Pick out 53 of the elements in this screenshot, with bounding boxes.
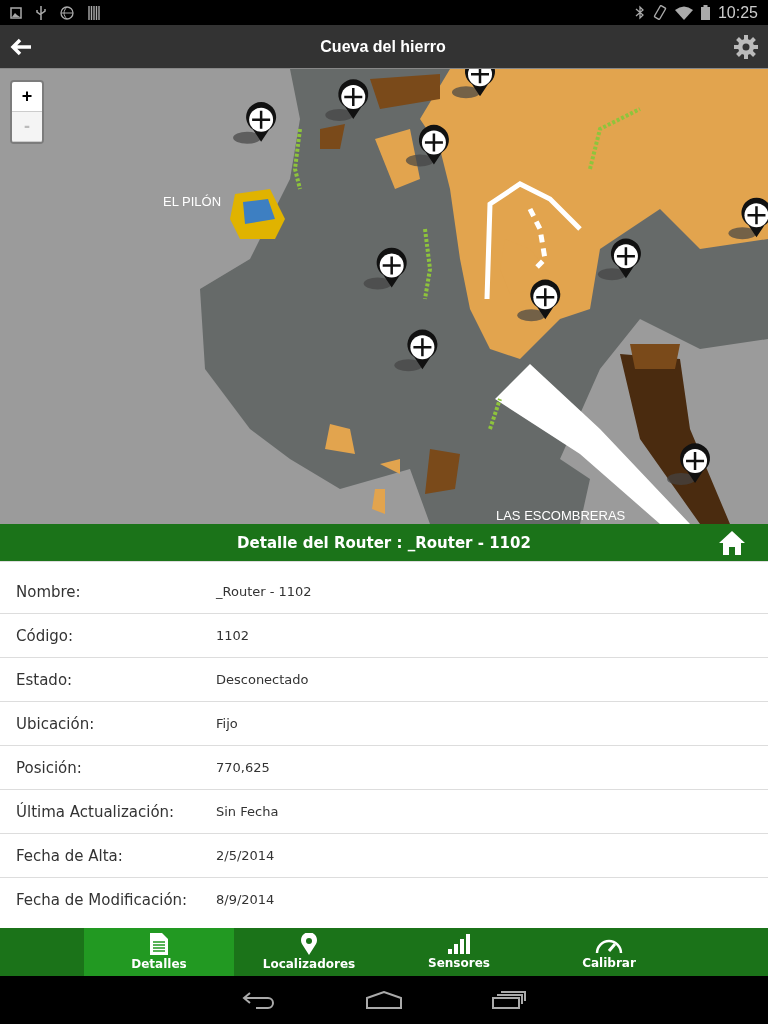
zoom-in-button[interactable]: + (12, 82, 42, 112)
barcode-icon (88, 5, 100, 20)
wifi-icon (674, 5, 693, 20)
map-pin-icon[interactable] (325, 79, 369, 122)
field-value: 1102 (216, 628, 250, 643)
field-label: Última Actualización: (16, 802, 176, 821)
map-pin-icon[interactable] (363, 247, 407, 290)
pond-drawing (230, 189, 285, 239)
field-value: 2/5/2014 (216, 848, 275, 863)
tab[interactable]: Sensores (384, 928, 534, 976)
map-pin-icon[interactable] (233, 102, 277, 144)
field-value: Fijo (216, 716, 238, 731)
field-label: Estado: (16, 670, 74, 689)
field-value: Desconectado (216, 672, 309, 687)
field-label: Posición: (16, 758, 83, 777)
globe-icon (60, 5, 74, 20)
tab[interactable]: Calibrar (534, 928, 684, 976)
image-icon (10, 6, 22, 19)
map-label: LAS ESCOMBRERAS (495, 507, 626, 523)
field-label: Fecha de Modificación: (16, 890, 189, 909)
tab[interactable]: Localizadores (234, 928, 384, 976)
map-label: EL PILÓN (163, 193, 221, 209)
home-outline-icon[interactable] (366, 991, 402, 1009)
map-pin-icon[interactable] (728, 197, 768, 240)
map-pin-icon[interactable] (517, 279, 561, 322)
map-pin-icon[interactable] (394, 329, 438, 372)
field-label: Código: (16, 626, 75, 645)
phone-rotate-icon (652, 5, 667, 20)
field-label: Fecha de Alta: (16, 846, 124, 865)
field-value: Sin Fecha (216, 804, 279, 819)
field-value: 770,625 (216, 760, 270, 775)
battery-icon (700, 5, 710, 20)
map-pin-icon[interactable] (405, 124, 449, 167)
document-icon (150, 933, 168, 955)
tab[interactable]: Detalles (84, 928, 234, 976)
map-pin-icon[interactable] (597, 238, 641, 281)
recent-apps-icon[interactable] (492, 991, 526, 1009)
detail-title: Detalle del Router : _Router - 1102 (237, 533, 531, 552)
screen-title: Cueva del hierro (320, 37, 446, 56)
map-pin-icon[interactable] (667, 443, 711, 486)
field-label: Ubicación: (16, 714, 96, 733)
location-pin-icon (301, 933, 317, 955)
home-icon[interactable] (718, 529, 746, 556)
map-pin-icon[interactable] (452, 69, 495, 99)
back-icon[interactable] (242, 991, 276, 1009)
signal-bars-icon (448, 934, 470, 954)
bluetooth-icon (634, 5, 645, 20)
back-arrow-icon[interactable] (10, 37, 32, 56)
field-value: 8/9/2014 (216, 892, 275, 907)
field-label: Nombre: (16, 582, 82, 601)
field-value: _Router - 1102 (216, 584, 312, 599)
clock-time: 10:25 (717, 3, 758, 22)
usb-icon (36, 5, 46, 20)
